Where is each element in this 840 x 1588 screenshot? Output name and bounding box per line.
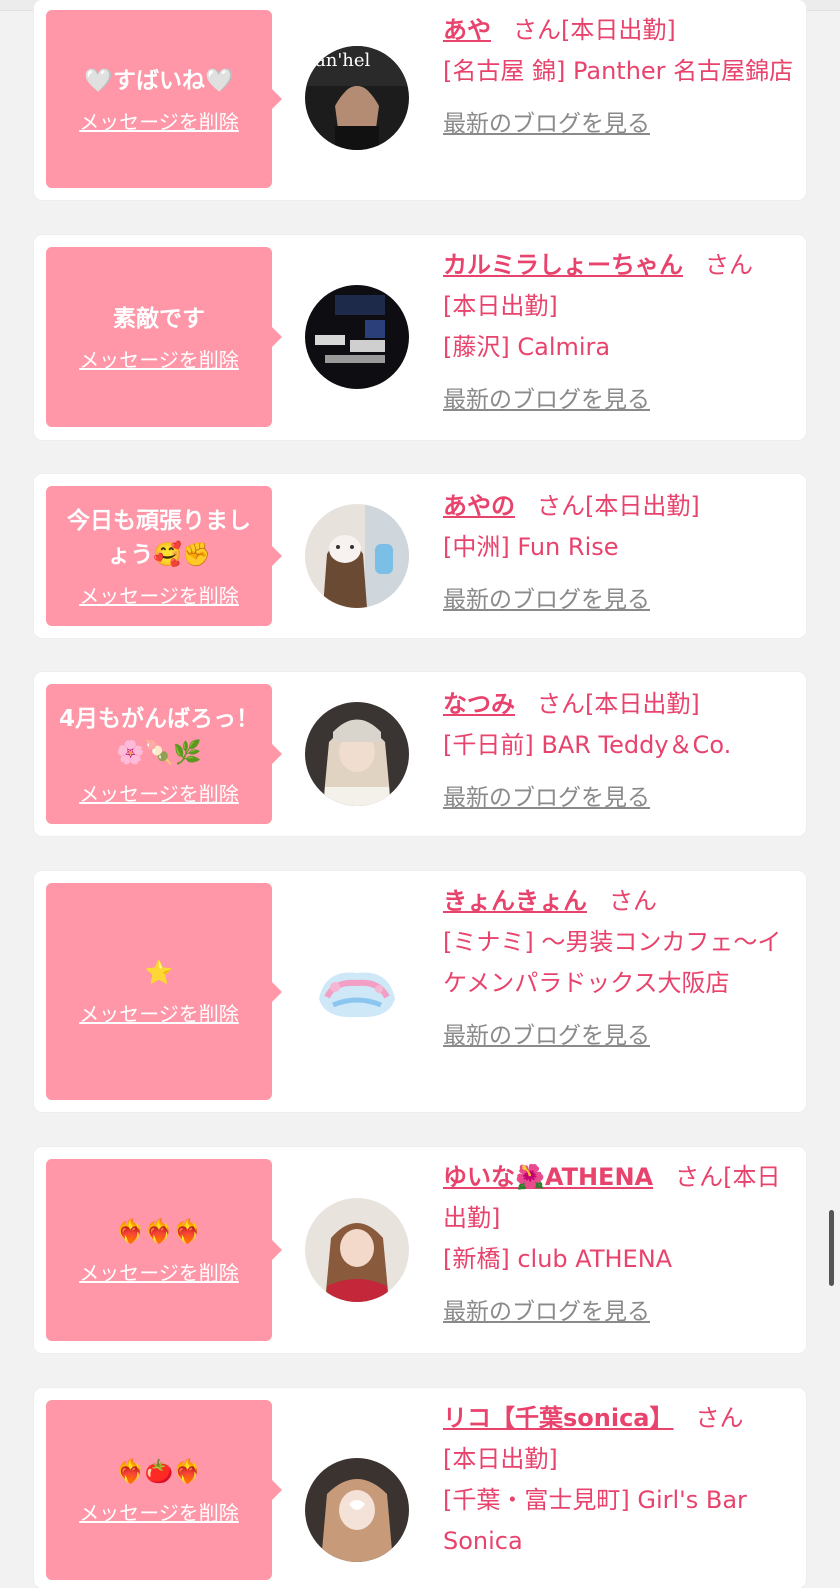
latest-blog-link[interactable]: 最新のブログを見る <box>443 380 796 421</box>
list-item: 🤍すばいね🤍 メッセージを削除 an'hel あや さん[本日出勤] [名古屋 錦… <box>34 0 806 200</box>
cast-info: カルミラしょーちゃん さん [本日出勤] [藤沢] Calmira 最新のブログを… <box>443 245 796 421</box>
list-item: 今日も頑張りましょう🥰✊ メッセージを削除 あやの さん[本日出勤] [中洲] F… <box>34 474 806 638</box>
svg-text:an'hel: an'hel <box>315 50 371 71</box>
delete-message-link[interactable]: メッセージを削除 <box>79 778 239 807</box>
shop-info: [千日前] BAR Teddy＆Co. <box>443 731 732 759</box>
list-item: 4月もがんばろっ！🌸🍡🌿 メッセージを削除 なつみ さん[本日出勤] [千日前] … <box>34 672 806 836</box>
message-bubble: 🤍すばいね🤍 メッセージを削除 <box>46 10 282 188</box>
shop-info: [中洲] Fun Rise <box>443 533 619 561</box>
avatar[interactable]: an'hel <box>305 46 409 150</box>
shop-info: [ミナミ] 〜男装コンカフェ〜イケメンパラドックス大阪店 <box>443 928 782 997</box>
cast-name-link[interactable]: あやの <box>443 492 515 520</box>
scrollbar-thumb[interactable] <box>829 1210 834 1286</box>
status-text: [本日出勤] <box>443 292 558 320</box>
delete-message-link[interactable]: メッセージを削除 <box>79 1497 239 1526</box>
delete-message-link[interactable]: メッセージを削除 <box>79 998 239 1027</box>
status-text: [本日出勤] <box>585 492 700 520</box>
cast-info: ゆいな🌺ATHENA さん[本日出勤] [新橋] club ATHENA 最新のブ… <box>443 1157 796 1333</box>
delete-message-link[interactable]: メッセージを削除 <box>79 106 239 135</box>
cast-name-link[interactable]: カルミラしょーちゃん <box>443 251 683 279</box>
honorific: さん <box>675 1163 724 1191</box>
shop-info: [千葉・富士見町] Girl's Bar Sonica <box>443 1486 747 1555</box>
message-text: ❤️‍🔥🍅❤️‍🔥 <box>116 1458 202 1485</box>
avatar[interactable] <box>305 702 409 806</box>
avatar[interactable] <box>305 1198 409 1302</box>
delete-message-link[interactable]: メッセージを削除 <box>79 580 239 609</box>
avatar[interactable] <box>305 504 409 608</box>
list-item: ⭐ メッセージを削除 きょんきょん さん [ミナミ] 〜男装コンカフェ〜イケメンパ… <box>34 871 806 1112</box>
cast-name-link[interactable]: リコ【千葉sonica】 <box>443 1404 674 1432</box>
cast-name-link[interactable]: ゆいな🌺ATHENA <box>443 1163 653 1191</box>
cast-name-link[interactable]: きょんきょん <box>443 887 587 915</box>
message-bubble: 4月もがんばろっ！🌸🍡🌿 メッセージを削除 <box>46 684 282 824</box>
message-text: 🤍すばいね🤍 <box>84 67 234 94</box>
honorific: さん <box>609 887 657 915</box>
shop-info: [名古屋 錦] Panther 名古屋錦店 <box>443 57 794 85</box>
message-bubble: ❤️‍🔥❤️‍🔥❤️‍🔥 メッセージを削除 <box>46 1159 282 1341</box>
shop-info: [新橋] club ATHENA <box>443 1245 673 1273</box>
list-item: ❤️‍🔥❤️‍🔥❤️‍🔥 メッセージを削除 ゆいな🌺ATHENA さん[本日出勤]… <box>34 1147 806 1353</box>
honorific: さん <box>705 251 753 279</box>
message-bubble: 素敵です メッセージを削除 <box>46 247 282 427</box>
status-text: [本日出勤] <box>443 1445 558 1473</box>
avatar[interactable] <box>305 1458 409 1562</box>
avatar[interactable] <box>305 285 409 389</box>
cast-info: リコ【千葉sonica】 さん [本日出勤] [千葉・富士見町] Girl's B… <box>443 1398 796 1562</box>
status-text: [本日出勤] <box>585 690 700 718</box>
message-text: 素敵です <box>113 305 205 332</box>
message-bubble: 今日も頑張りましょう🥰✊ メッセージを削除 <box>46 486 282 626</box>
latest-blog-link[interactable]: 最新のブログを見る <box>443 580 796 621</box>
honorific: さん <box>513 16 561 44</box>
latest-blog-link[interactable]: 最新のブログを見る <box>443 778 796 819</box>
latest-blog-link[interactable]: 最新のブログを見る <box>443 1292 796 1333</box>
avatar[interactable] <box>305 939 409 1043</box>
latest-blog-link[interactable]: 最新のブログを見る <box>443 1016 796 1057</box>
cast-info: あやの さん[本日出勤] [中洲] Fun Rise 最新のブログを見る <box>443 486 796 621</box>
shop-info: [藤沢] Calmira <box>443 333 611 361</box>
cast-info: あや さん[本日出勤] [名古屋 錦] Panther 名古屋錦店 最新のブログを… <box>443 10 796 145</box>
status-text: [本日出勤] <box>561 16 676 44</box>
cast-name-link[interactable]: なつみ <box>443 690 515 718</box>
cast-info: きょんきょん さん [ミナミ] 〜男装コンカフェ〜イケメンパラドックス大阪店 最新… <box>443 881 796 1057</box>
cast-info: なつみ さん[本日出勤] [千日前] BAR Teddy＆Co. 最新のブログを見… <box>443 684 796 819</box>
message-bubble: ⭐ メッセージを削除 <box>46 883 282 1100</box>
delete-message-link[interactable]: メッセージを削除 <box>79 1257 239 1286</box>
honorific: さん <box>537 690 585 718</box>
latest-blog-link[interactable]: 最新のブログを見る <box>443 104 796 145</box>
list-item: ❤️‍🔥🍅❤️‍🔥 メッセージを削除 リコ【千葉sonica】 さん [本日出勤]… <box>34 1388 806 1588</box>
delete-message-link[interactable]: メッセージを削除 <box>79 344 239 373</box>
message-text: 今日も頑張りましょう🥰✊ <box>67 507 251 568</box>
message-text: 4月もがんばろっ！🌸🍡🌿 <box>58 705 259 766</box>
honorific: さん <box>695 1404 744 1432</box>
message-bubble: ❤️‍🔥🍅❤️‍🔥 メッセージを削除 <box>46 1400 282 1580</box>
list-item: 素敵です メッセージを削除 カルミラしょーちゃん さん [本日出勤] [藤沢] C… <box>34 235 806 440</box>
honorific: さん <box>537 492 585 520</box>
message-text: ❤️‍🔥❤️‍🔥❤️‍🔥 <box>116 1218 202 1245</box>
message-text: ⭐ <box>144 960 174 986</box>
cast-name-link[interactable]: あや <box>443 16 491 44</box>
